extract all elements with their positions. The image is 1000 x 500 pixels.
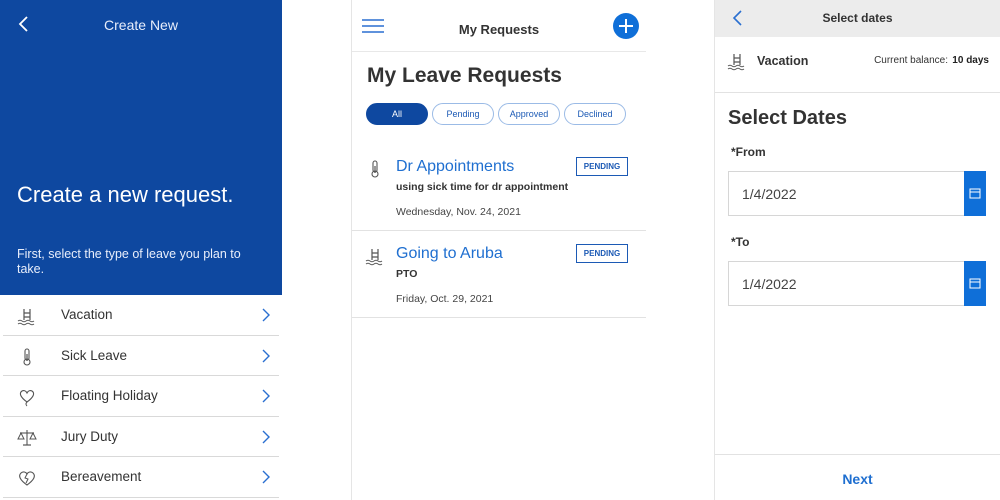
leave-type-label: Floating Holiday xyxy=(61,388,158,404)
plus-icon xyxy=(619,19,633,33)
from-date-field[interactable]: 1/4/2022 xyxy=(728,171,986,216)
leave-type-label: Vacation xyxy=(61,307,113,322)
balance-label: Current balance: xyxy=(874,55,948,66)
header-bar: My Requests xyxy=(352,0,646,52)
request-date: Wednesday, Nov. 24, 2021 xyxy=(396,206,521,218)
screen-title: My Requests xyxy=(458,22,540,37)
request-name: Dr Appointments xyxy=(396,158,515,175)
pool-ladder-icon xyxy=(727,54,745,71)
thermometer-icon xyxy=(23,348,31,366)
pool-ladder-icon xyxy=(17,309,35,326)
leave-type-name: Vacation xyxy=(757,54,809,68)
pool-ladder-icon xyxy=(365,249,383,266)
thermometer-icon xyxy=(371,160,379,178)
chevron-right-icon xyxy=(262,430,270,444)
top-bar: Create New xyxy=(0,0,282,48)
leave-type-vacation[interactable]: Vacation xyxy=(3,295,279,336)
to-date-value: 1/4/2022 xyxy=(742,276,797,292)
create-new-hero: Create New Create a new request. First, … xyxy=(0,0,282,295)
leave-type-bereavement[interactable]: Bereavement xyxy=(3,457,279,498)
request-card[interactable]: Going to Aruba PENDING PTO Friday, Oct. … xyxy=(352,231,646,318)
from-label: *From xyxy=(731,145,766,159)
status-filter-group: All Pending Approved Declined xyxy=(366,103,626,125)
request-description: using sick time for dr appointment xyxy=(396,181,569,193)
screen-title: Create New xyxy=(104,17,178,33)
filter-declined[interactable]: Declined xyxy=(564,103,626,125)
page-subtitle: First, select the type of leave you plan… xyxy=(17,247,241,276)
balance-value: 10 days xyxy=(952,55,989,66)
to-label: *To xyxy=(731,235,750,249)
filter-all[interactable]: All xyxy=(366,103,428,125)
leave-type-list: Vacation Sick Leave Floating Holiday Jur… xyxy=(0,295,282,498)
to-calendar-button[interactable] xyxy=(964,261,986,306)
calendar-icon xyxy=(969,188,981,199)
section-heading: Select Dates xyxy=(728,107,847,129)
leave-type-label: Sick Leave xyxy=(61,347,128,363)
status-badge: PENDING xyxy=(576,244,628,263)
to-date-field[interactable]: 1/4/2022 xyxy=(728,261,986,306)
chevron-right-icon xyxy=(262,349,270,363)
chevron-right-icon xyxy=(262,308,270,322)
my-requests-screen: My Requests My Leave Requests All Pendin… xyxy=(351,0,646,500)
select-dates-screen: Select dates Vacation Current balance: 1… xyxy=(714,0,1000,500)
leave-type-label: Jury Duty xyxy=(61,428,119,444)
leave-type-sick-leave[interactable]: Sick Leave xyxy=(3,336,279,377)
status-badge: PENDING xyxy=(576,157,628,176)
broken-heart-icon xyxy=(19,471,35,487)
leave-type-jury-duty[interactable]: Jury Duty xyxy=(3,417,279,458)
scales-icon xyxy=(17,429,37,446)
page-heading: Create a new request. xyxy=(17,182,234,207)
footer-bar: Next xyxy=(715,454,1000,500)
balloon-heart-icon xyxy=(19,390,35,407)
leave-type-summary: Vacation Current balance: 10 days xyxy=(715,37,1000,93)
request-name: Going to Aruba xyxy=(396,245,503,262)
request-date: Friday, Oct. 29, 2021 xyxy=(396,293,494,305)
calendar-icon xyxy=(969,278,981,289)
request-card[interactable]: Dr Appointments PENDING using sick time … xyxy=(352,144,646,231)
screen-title: Select dates xyxy=(822,11,893,25)
from-date-value: 1/4/2022 xyxy=(742,186,797,202)
leave-type-floating-holiday[interactable]: Floating Holiday xyxy=(3,376,279,417)
leave-type-label: Bereavement xyxy=(61,469,142,485)
page-heading: My Leave Requests xyxy=(367,64,562,87)
chevron-right-icon xyxy=(262,389,270,403)
create-new-screen: Create New Create a new request. First, … xyxy=(0,0,282,500)
chevron-right-icon xyxy=(262,470,270,484)
from-calendar-button[interactable] xyxy=(964,171,986,216)
request-description: PTO xyxy=(396,268,418,280)
next-button[interactable]: Next xyxy=(715,471,1000,487)
add-request-button[interactable] xyxy=(613,13,639,39)
filter-approved[interactable]: Approved xyxy=(498,103,560,125)
top-bar: Select dates xyxy=(715,0,1000,37)
filter-pending[interactable]: Pending xyxy=(432,103,494,125)
